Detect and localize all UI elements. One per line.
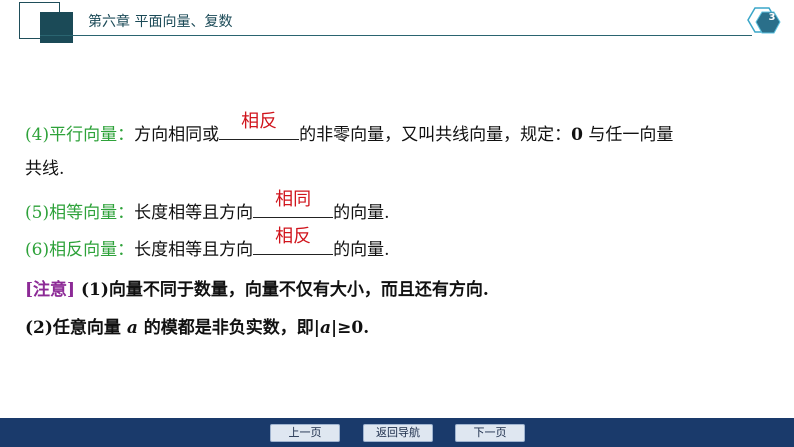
- label-equal: (5)相等向量：: [25, 203, 135, 223]
- text: 的向量.: [333, 240, 390, 260]
- answer: 相反: [241, 111, 278, 132]
- text: 长度相等且方向: [134, 203, 254, 223]
- answer-blank: 相反: [219, 111, 300, 140]
- label-parallel: (4)平行向量：: [25, 125, 135, 145]
- label-opposite: (6)相反向量：: [25, 240, 135, 260]
- page-number: 3: [768, 12, 776, 23]
- answer-blank: 相同: [253, 189, 334, 218]
- answer-blank: 相反: [253, 226, 334, 255]
- next-page-button[interactable]: 下一页: [455, 424, 525, 442]
- vector-a: a: [126, 318, 138, 338]
- return-nav-button[interactable]: 返回导航: [363, 424, 433, 442]
- answer: 相同: [275, 189, 312, 210]
- text: 的向量.: [333, 203, 390, 223]
- text: (1)向量不同于数量，向量不仅有大小，而且还有方向.: [75, 280, 489, 300]
- line-modulus: (2)任意向量 a 的模都是非负实数，即|a|≥0.: [25, 317, 369, 339]
- note-tag: [注意]: [25, 280, 76, 300]
- answer: 相反: [275, 226, 312, 247]
- text: 长度相等且方向: [134, 240, 254, 260]
- line-note: [注意] (1)向量不同于数量，向量不仅有大小，而且还有方向.: [25, 279, 489, 301]
- text: 的非零向量，又叫共线向量，规定：: [299, 125, 572, 145]
- vector-a: a: [319, 318, 331, 338]
- text: |≥0.: [330, 318, 370, 338]
- text: (2)任意向量: [25, 318, 127, 338]
- text: 方向相同或: [134, 125, 220, 145]
- chapter-title: 第六章 平面向量、复数: [88, 14, 233, 30]
- zero-vector: 0: [571, 125, 583, 145]
- text: 的模都是非负实数，即|: [137, 318, 320, 338]
- text: 与任一向量: [582, 125, 674, 145]
- line-collinear: 共线.: [25, 158, 64, 180]
- line-equal-vectors: (5)相等向量：长度相等且方向 相同的向量.: [25, 189, 390, 224]
- line-parallel-vectors: (4)平行向量：方向相同或 相反的非零向量，又叫共线向量，规定：0 与任一向量: [25, 111, 674, 146]
- header-filled-box: [40, 12, 73, 43]
- line-opposite-vectors: (6)相反向量：长度相等且方向 相反的向量.: [25, 226, 390, 261]
- prev-page-button[interactable]: 上一页: [270, 424, 340, 442]
- text: 共线.: [25, 159, 65, 179]
- header-rule: [40, 35, 752, 36]
